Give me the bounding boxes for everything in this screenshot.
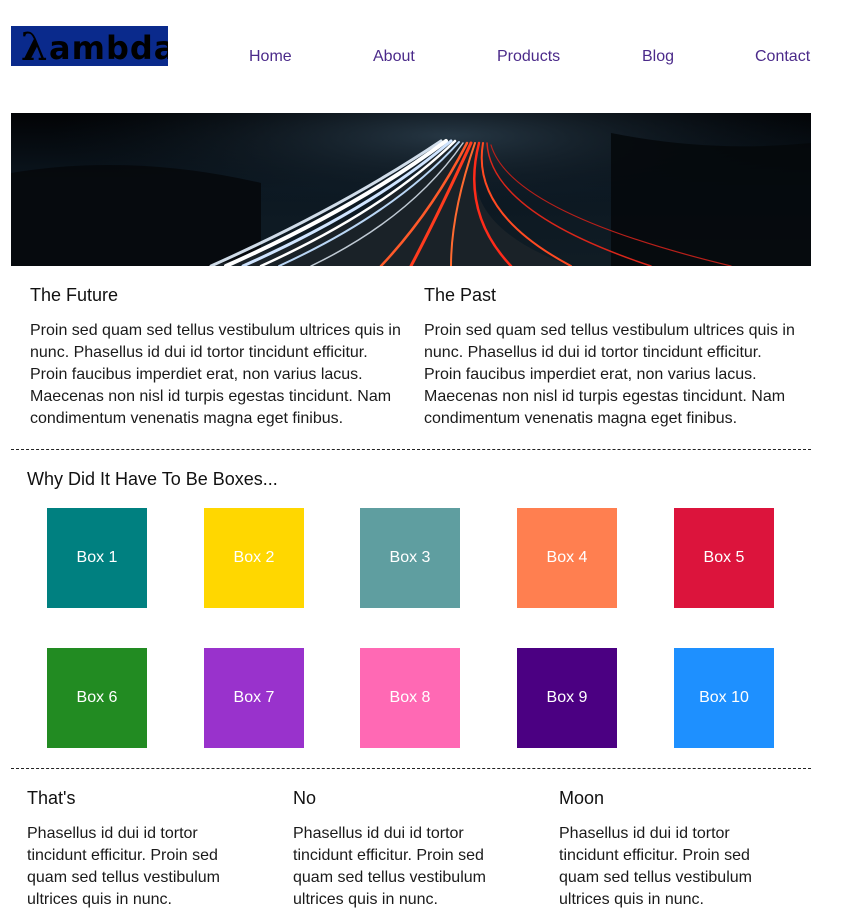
box-2: Box 2 [204, 508, 304, 608]
box-9: Box 9 [517, 648, 617, 748]
past-text: Proin sed quam sed tellus vestibulum ult… [424, 322, 795, 427]
nav-products-link[interactable]: Products [497, 48, 560, 66]
no-text: Phasellus id dui id tortor tincidunt eff… [293, 825, 486, 908]
box-1: Box 1 [47, 508, 147, 608]
thats-text: Phasellus id dui id tortor tincidunt eff… [27, 825, 220, 908]
thats-column: That's Phasellus id dui id tortor tincid… [27, 788, 247, 910]
future-heading: The Future [30, 285, 119, 305]
hero-image [11, 113, 811, 266]
lambda-logo-icon: λ [21, 26, 48, 66]
past-heading: The Past [424, 285, 497, 305]
future-column: The Future Proin sed quam sed tellus ves… [30, 285, 402, 430]
no-heading: No [293, 788, 317, 808]
thats-heading: That's [27, 788, 76, 808]
box-3: Box 3 [360, 508, 460, 608]
future-text: Proin sed quam sed tellus vestibulum ult… [30, 322, 401, 427]
box-6: Box 6 [47, 648, 147, 748]
box-7: Box 7 [204, 648, 304, 748]
nav-blog-link[interactable]: Blog [642, 48, 674, 66]
logo[interactable]: λ ambda [11, 26, 168, 66]
box-5: Box 5 [674, 508, 774, 608]
nav-about-link[interactable]: About [373, 48, 415, 66]
boxes-heading: Why Did It Have To Be Boxes... [27, 469, 278, 489]
nav-home-link[interactable]: Home [249, 48, 292, 66]
moon-heading: Moon [559, 788, 605, 808]
nav-contact-link[interactable]: Contact [755, 48, 810, 66]
box-10: Box 10 [674, 648, 774, 748]
highway-light-trails-image [11, 113, 811, 266]
section-divider [11, 449, 811, 450]
box-4: Box 4 [517, 508, 617, 608]
section-divider [11, 768, 811, 769]
moon-text: Phasellus id dui id tortor tincidunt eff… [559, 825, 752, 908]
box-8: Box 8 [360, 648, 460, 748]
no-column: No Phasellus id dui id tortor tincidunt … [293, 788, 513, 910]
moon-column: Moon Phasellus id dui id tortor tincidun… [559, 788, 779, 910]
past-column: The Past Proin sed quam sed tellus vesti… [424, 285, 796, 430]
logo-text: ambda [49, 29, 168, 66]
